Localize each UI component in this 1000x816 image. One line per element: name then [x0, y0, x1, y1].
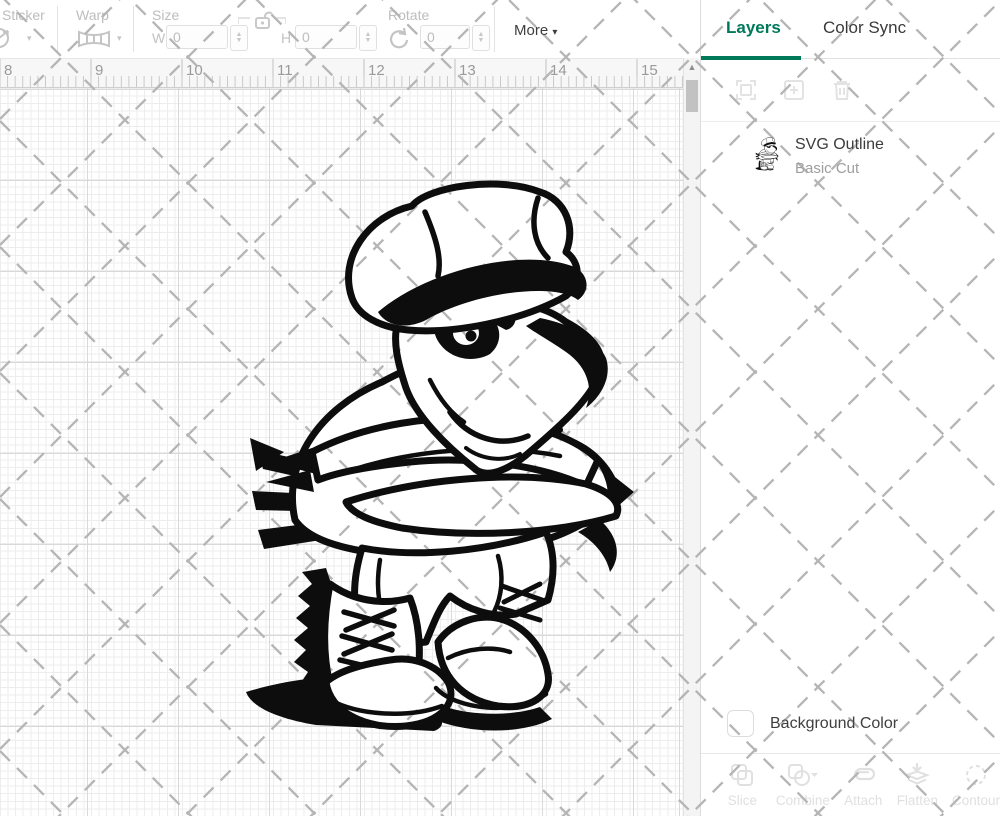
width-input[interactable]	[166, 25, 228, 49]
panel-tabs: Layers Color Sync	[701, 0, 1000, 59]
scroll-up-icon[interactable]: ▲	[684, 62, 700, 72]
ruler-number: 15	[641, 62, 658, 79]
slice-button[interactable]: Slice	[723, 762, 762, 808]
ruler-number: 8	[4, 62, 12, 79]
tab-layers[interactable]: Layers	[726, 18, 781, 38]
design-canvas[interactable]	[0, 88, 683, 816]
panel-spacer	[701, 191, 1000, 698]
sticker-label: Sticker	[2, 7, 45, 23]
right-panel: Layers Color Sync SVG Outline Basic Cut	[700, 0, 1000, 816]
flatten-icon	[903, 762, 931, 788]
more-caret-icon: ▾	[552, 27, 557, 38]
horizontal-ruler: 8 9 10 11 12 13 14 15	[0, 58, 683, 88]
add-layer-icon[interactable]	[781, 77, 807, 103]
height-label: H	[281, 30, 291, 46]
scrollbar-thumb[interactable]	[686, 80, 698, 112]
sticker-icon[interactable]	[0, 26, 17, 55]
slice-label: Slice	[728, 793, 757, 808]
sticker-caret-icon[interactable]: ▾	[27, 33, 32, 44]
tab-color-sync[interactable]: Color Sync	[823, 18, 906, 38]
layer-texts: SVG Outline Basic Cut	[795, 136, 884, 177]
contour-button[interactable]: Contour	[952, 762, 1000, 808]
contour-icon	[963, 762, 989, 788]
warp-label: Warp	[76, 7, 109, 23]
ruler-number: 10	[186, 62, 203, 79]
combine-icon	[786, 762, 820, 788]
background-color-label: Background Color	[770, 715, 898, 733]
attach-icon	[848, 762, 878, 788]
combine-button[interactable]: Combine	[776, 762, 830, 808]
warp-icon[interactable]	[76, 28, 112, 55]
flatten-button[interactable]: Flatten	[897, 762, 938, 808]
lock-icon[interactable]	[253, 10, 273, 35]
more-label: More	[514, 22, 548, 39]
duplicate-icon[interactable]	[733, 77, 759, 103]
layer-cut-type: Basic Cut	[795, 160, 884, 177]
active-tab-underline	[701, 56, 801, 60]
rotate-icon[interactable]	[388, 27, 412, 56]
rotate-label: Rotate	[388, 7, 429, 23]
stepper-down-icon[interactable]: ▼	[478, 38, 485, 44]
attach-label: Attach	[844, 793, 882, 808]
height-input[interactable]	[295, 25, 357, 49]
mascot-artwork[interactable]	[0, 88, 683, 816]
rotate-input[interactable]	[420, 25, 470, 49]
design-app: Sticker ▾ Warp ▾ Size W ▲ ▼ H ▲ ▼ Rotate	[0, 0, 1000, 816]
width-label: W	[152, 30, 165, 46]
flatten-label: Flatten	[897, 793, 938, 808]
more-button[interactable]: More ▾	[514, 22, 557, 39]
slice-icon	[729, 762, 755, 788]
toolbar-separator	[57, 6, 58, 52]
ruler-number: 9	[95, 62, 103, 79]
size-label: Size	[152, 7, 179, 23]
layer-toolbar	[701, 59, 1000, 122]
toolbar-separator	[133, 6, 134, 52]
ruler-number: 11	[277, 62, 293, 79]
background-color-row: Background Color	[701, 698, 1000, 753]
vertical-scrollbar[interactable]: ▲	[683, 58, 700, 816]
background-color-swatch[interactable]	[727, 710, 754, 737]
ruler-number: 13	[459, 62, 476, 79]
toolbar-separator	[494, 6, 495, 52]
top-toolbar: Sticker ▾ Warp ▾ Size W ▲ ▼ H ▲ ▼ Rotate	[0, 0, 700, 59]
warp-caret-icon[interactable]: ▾	[117, 33, 122, 44]
layer-name: SVG Outline	[795, 136, 884, 154]
height-stepper[interactable]: ▲ ▼	[359, 25, 377, 51]
ruler-number: 14	[550, 62, 567, 79]
layer-thumbnail	[755, 136, 779, 177]
layer-item[interactable]: SVG Outline Basic Cut	[701, 122, 1000, 191]
attach-button[interactable]: Attach	[844, 762, 883, 808]
delete-icon[interactable]	[829, 77, 855, 103]
contour-label: Contour	[952, 793, 1000, 808]
rotate-stepper[interactable]: ▲ ▼	[472, 25, 490, 51]
stepper-down-icon[interactable]: ▼	[236, 38, 243, 44]
ruler-number: 12	[368, 62, 385, 79]
combine-label: Combine	[776, 793, 830, 808]
panel-action-bar: Slice Combine Attach Flatten	[701, 753, 1000, 816]
stepper-down-icon[interactable]: ▼	[365, 38, 372, 44]
